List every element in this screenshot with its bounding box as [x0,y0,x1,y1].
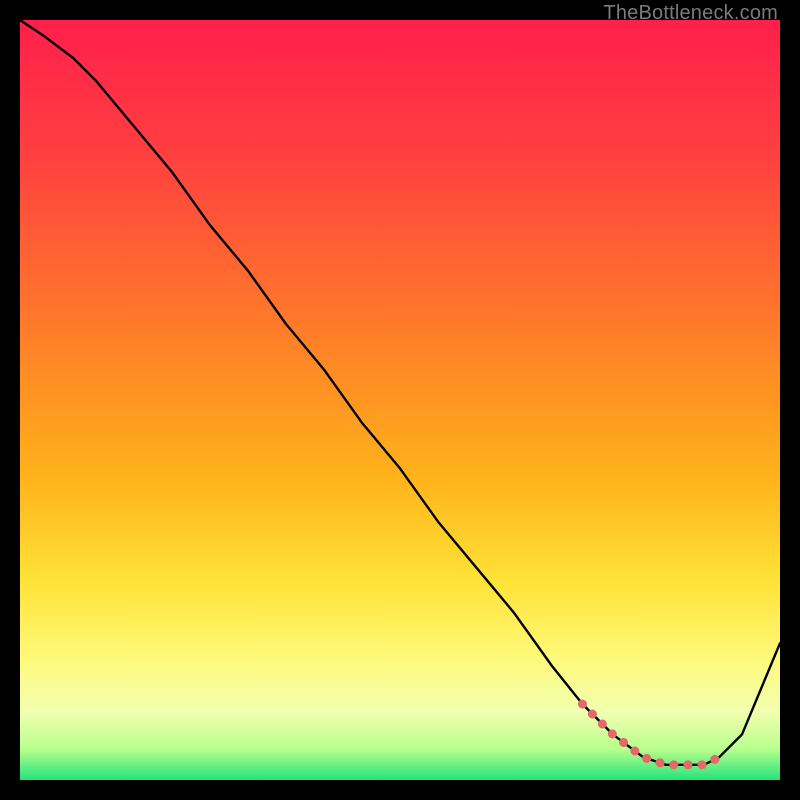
chart-frame: TheBottleneck.com [0,0,800,800]
bottleneck-curve [20,20,780,765]
gradient-plot-area [20,20,780,780]
curve-layer [20,20,780,780]
highlight-dots-valley [582,704,719,765]
